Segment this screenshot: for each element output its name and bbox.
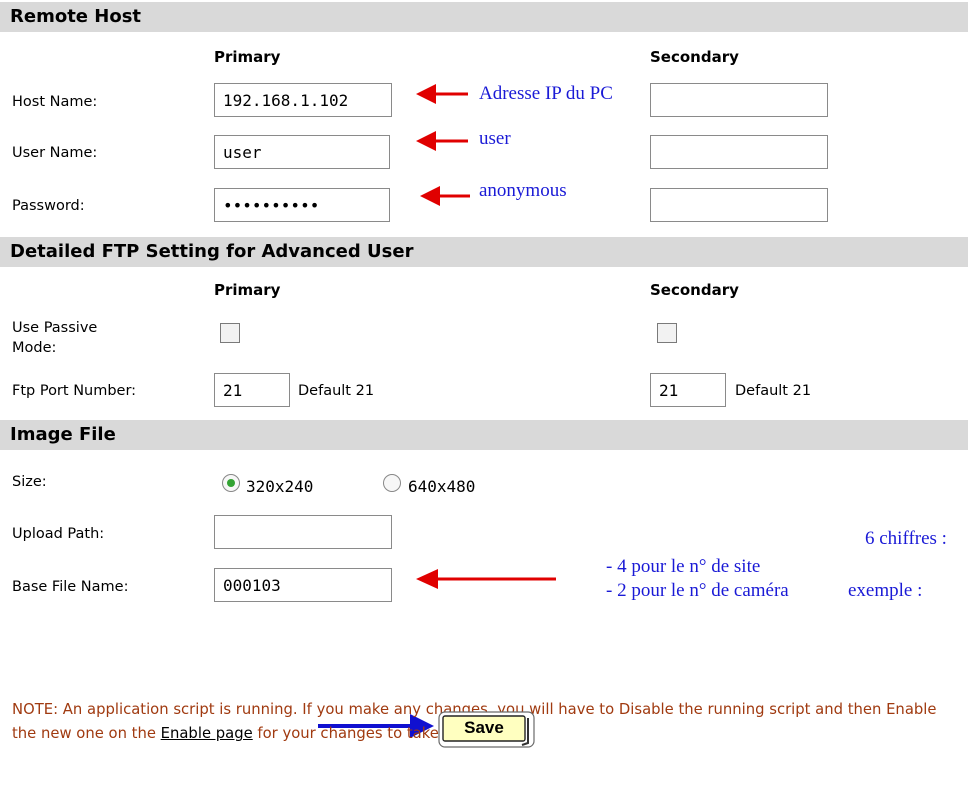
red-arrow-host-ip <box>416 84 468 104</box>
save-button[interactable]: Save <box>438 710 538 750</box>
red-arrow-user <box>416 131 468 151</box>
save-button-label: Save <box>464 718 504 737</box>
enable-page-link[interactable]: Enable page <box>161 725 253 742</box>
annotation-arrows <box>318 84 556 738</box>
red-arrow-base-file-name <box>416 569 556 589</box>
red-arrow-password <box>420 186 470 206</box>
